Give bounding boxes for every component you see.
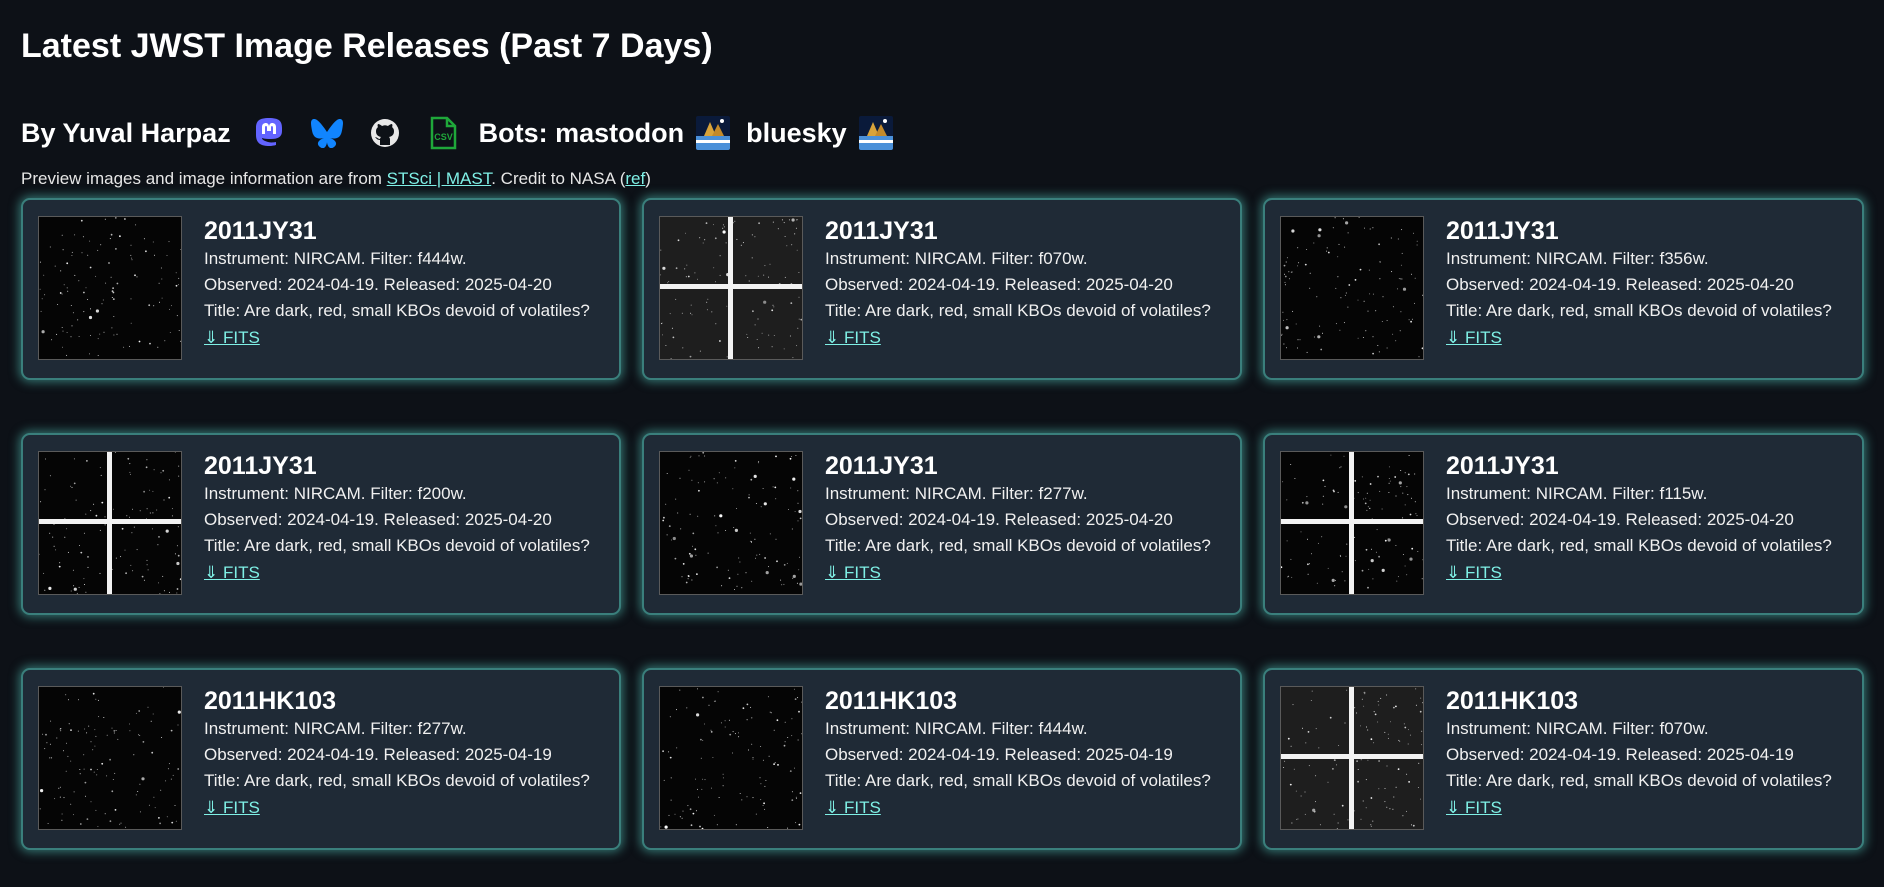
- bluesky-icon[interactable]: [307, 113, 347, 153]
- card-info: 2011JY31 Instrument: NIRCAM. Filter: f11…: [1446, 451, 1832, 587]
- card-info: 2011JY31 Instrument: NIRCAM. Filter: f27…: [825, 451, 1211, 587]
- card-info: 2011HK103 Instrument: NIRCAM. Filter: f0…: [1446, 686, 1832, 822]
- proposal-title: Title: Are dark, red, small KBOs devoid …: [204, 536, 590, 555]
- instrument-filter: Instrument: NIRCAM. Filter: f070w.: [1446, 719, 1709, 738]
- image-card: 2011JY31 Instrument: NIRCAM. Filter: f44…: [21, 198, 621, 380]
- instrument-filter: Instrument: NIRCAM. Filter: f070w.: [825, 249, 1088, 268]
- image-card: 2011JY31 Instrument: NIRCAM. Filter: f27…: [642, 433, 1242, 615]
- csv-file-icon[interactable]: CSV: [423, 113, 463, 153]
- preview-image[interactable]: [1280, 686, 1424, 830]
- preview-image[interactable]: [38, 451, 182, 595]
- proposal-title: Title: Are dark, red, small KBOs devoid …: [825, 536, 1211, 555]
- proposal-title: Title: Are dark, red, small KBOs devoid …: [204, 771, 590, 790]
- dates: Observed: 2024-04-19. Released: 2025-04-…: [825, 510, 1173, 529]
- target-name: 2011JY31: [825, 217, 938, 245]
- fits-download-link[interactable]: ⇓ FITS: [1446, 559, 1502, 587]
- dates: Observed: 2024-04-19. Released: 2025-04-…: [204, 745, 552, 764]
- preview-image[interactable]: [1280, 216, 1424, 360]
- instrument-filter: Instrument: NIRCAM. Filter: f277w.: [825, 484, 1088, 503]
- proposal-title: Title: Are dark, red, small KBOs devoid …: [825, 771, 1211, 790]
- fits-download-link[interactable]: ⇓ FITS: [1446, 324, 1502, 352]
- image-card: 2011HK103 Instrument: NIRCAM. Filter: f0…: [1263, 668, 1864, 850]
- proposal-title: Title: Are dark, red, small KBOs devoid …: [1446, 301, 1832, 320]
- preview-image[interactable]: [38, 686, 182, 830]
- image-card: 2011JY31 Instrument: NIRCAM. Filter: f11…: [1263, 433, 1864, 615]
- target-name: 2011JY31: [204, 217, 317, 245]
- preview-image[interactable]: [659, 686, 803, 830]
- instrument-filter: Instrument: NIRCAM. Filter: f200w.: [204, 484, 467, 503]
- proposal-title: Title: Are dark, red, small KBOs devoid …: [1446, 771, 1832, 790]
- proposal-title: Title: Are dark, red, small KBOs devoid …: [204, 301, 590, 320]
- image-card: 2011JY31 Instrument: NIRCAM. Filter: f20…: [21, 433, 621, 615]
- bluesky-bot-avatar-icon[interactable]: [858, 116, 893, 150]
- preview-image[interactable]: [1280, 451, 1424, 595]
- bluesky-bot-label: bluesky: [746, 117, 847, 148]
- fits-download-link[interactable]: ⇓ FITS: [825, 324, 881, 352]
- stsci-mast-link[interactable]: STSci | MAST: [387, 169, 492, 188]
- card-info: 2011HK103 Instrument: NIRCAM. Filter: f4…: [825, 686, 1211, 822]
- preview-image[interactable]: [38, 216, 182, 360]
- ref-link[interactable]: ref: [625, 169, 645, 188]
- target-name: 2011JY31: [1446, 452, 1559, 480]
- image-card: 2011HK103 Instrument: NIRCAM. Filter: f2…: [21, 668, 621, 850]
- image-card: 2011JY31 Instrument: NIRCAM. Filter: f35…: [1263, 198, 1864, 380]
- mastodon-icon[interactable]: [249, 113, 289, 153]
- image-card: 2011JY31 Instrument: NIRCAM. Filter: f07…: [642, 198, 1242, 380]
- preview-image[interactable]: [659, 216, 803, 360]
- instrument-filter: Instrument: NIRCAM. Filter: f277w.: [204, 719, 467, 738]
- preview-image[interactable]: [659, 451, 803, 595]
- image-grid: 2011JY31 Instrument: NIRCAM. Filter: f44…: [21, 198, 1884, 850]
- credit-prefix: Preview images and image information are…: [21, 169, 387, 188]
- target-name: 2011JY31: [1446, 217, 1559, 245]
- credit-line: Preview images and image information are…: [21, 168, 1884, 190]
- target-name: 2011JY31: [825, 452, 938, 480]
- target-name: 2011HK103: [825, 687, 958, 715]
- credit-middle: . Credit to NASA (: [491, 169, 626, 188]
- author-name: By Yuval Harpaz: [21, 117, 231, 148]
- fits-download-link[interactable]: ⇓ FITS: [204, 794, 260, 822]
- github-icon[interactable]: [365, 113, 405, 153]
- instrument-filter: Instrument: NIRCAM. Filter: f444w.: [204, 249, 467, 268]
- mastodon-bot-avatar-icon[interactable]: [696, 116, 731, 150]
- dates: Observed: 2024-04-19. Released: 2025-04-…: [825, 745, 1173, 764]
- dates: Observed: 2024-04-19. Released: 2025-04-…: [204, 275, 552, 294]
- page: Latest JWST Image Releases (Past 7 Days)…: [0, 0, 1884, 850]
- target-name: 2011JY31: [204, 452, 317, 480]
- instrument-filter: Instrument: NIRCAM. Filter: f444w.: [825, 719, 1088, 738]
- fits-download-link[interactable]: ⇓ FITS: [204, 324, 260, 352]
- target-name: 2011HK103: [204, 687, 337, 715]
- fits-download-link[interactable]: ⇓ FITS: [825, 794, 881, 822]
- dates: Observed: 2024-04-19. Released: 2025-04-…: [1446, 510, 1794, 529]
- instrument-filter: Instrument: NIRCAM. Filter: f356w.: [1446, 249, 1709, 268]
- bots-label: Bots: mastodon: [478, 117, 685, 148]
- svg-text:CSV: CSV: [434, 132, 453, 142]
- page-title: Latest JWST Image Releases (Past 7 Days): [21, 27, 713, 65]
- dates: Observed: 2024-04-19. Released: 2025-04-…: [1446, 745, 1794, 764]
- card-info: 2011JY31 Instrument: NIRCAM. Filter: f07…: [825, 216, 1211, 352]
- dates: Observed: 2024-04-19. Released: 2025-04-…: [204, 510, 552, 529]
- fits-download-link[interactable]: ⇓ FITS: [825, 559, 881, 587]
- fits-download-link[interactable]: ⇓ FITS: [204, 559, 260, 587]
- instrument-filter: Instrument: NIRCAM. Filter: f115w.: [1446, 484, 1708, 503]
- fits-download-link[interactable]: ⇓ FITS: [1446, 794, 1502, 822]
- credit-suffix: ): [645, 169, 651, 188]
- proposal-title: Title: Are dark, red, small KBOs devoid …: [825, 301, 1211, 320]
- dates: Observed: 2024-04-19. Released: 2025-04-…: [825, 275, 1173, 294]
- proposal-title: Title: Are dark, red, small KBOs devoid …: [1446, 536, 1832, 555]
- dates: Observed: 2024-04-19. Released: 2025-04-…: [1446, 275, 1794, 294]
- card-info: 2011JY31 Instrument: NIRCAM. Filter: f44…: [204, 216, 590, 352]
- card-info: 2011HK103 Instrument: NIRCAM. Filter: f2…: [204, 686, 590, 822]
- card-info: 2011JY31 Instrument: NIRCAM. Filter: f20…: [204, 451, 590, 587]
- image-card: 2011HK103 Instrument: NIRCAM. Filter: f4…: [642, 668, 1242, 850]
- byline: By Yuval Harpaz CSV Bots: mastodon blues…: [21, 112, 1884, 154]
- target-name: 2011HK103: [1446, 687, 1579, 715]
- card-info: 2011JY31 Instrument: NIRCAM. Filter: f35…: [1446, 216, 1832, 352]
